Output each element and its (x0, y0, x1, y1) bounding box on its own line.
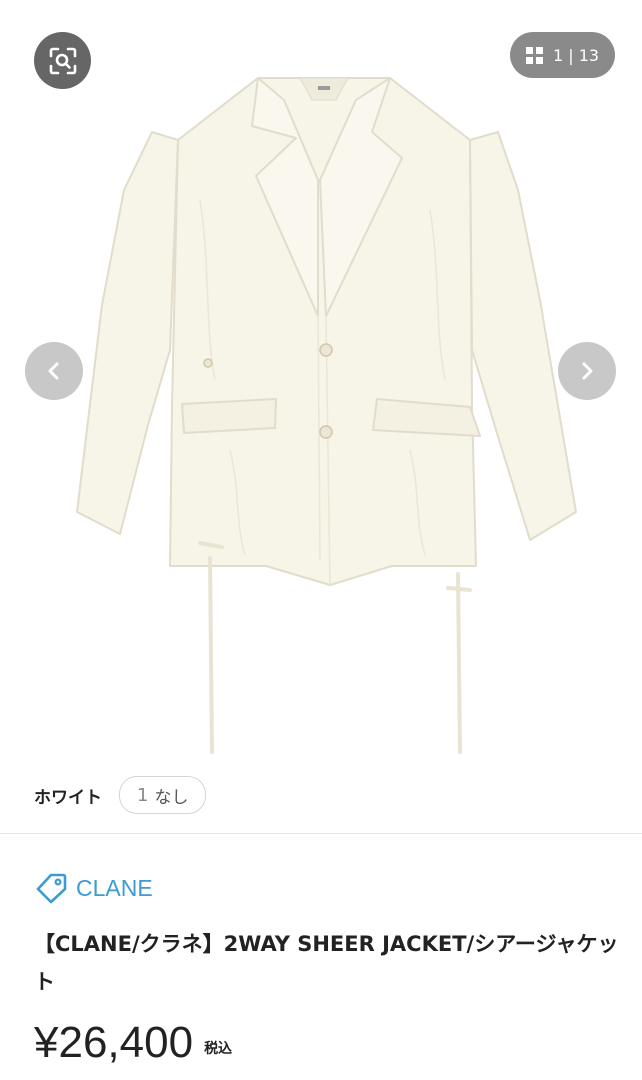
image-search-button[interactable] (34, 32, 91, 89)
variant-row: ホワイト 1 なし (34, 776, 207, 814)
variant-option-number: 1 (137, 784, 149, 806)
price-row: ¥26,400 税込 (34, 1014, 232, 1068)
variant-option-text: なし (154, 787, 189, 808)
image-counter[interactable]: 1 | 13 (510, 32, 615, 78)
brand-link[interactable]: CLANE (34, 870, 153, 906)
variant-color-label: ホワイト (34, 787, 102, 808)
product-image-gallery[interactable]: 1 | 13 (0, 0, 642, 765)
chevron-right-icon (582, 362, 593, 380)
product-image[interactable] (0, 0, 642, 765)
product-price: ¥26,400 (34, 1018, 194, 1067)
image-search-icon (49, 47, 76, 74)
brand-name: CLANE (76, 874, 153, 901)
variant-option-chip[interactable]: 1 なし (119, 776, 207, 814)
counter-total: 13 (578, 45, 600, 65)
next-image-button[interactable] (558, 342, 616, 400)
counter-current: 1 (552, 45, 564, 65)
previous-image-button[interactable] (25, 342, 83, 400)
chevron-left-icon (48, 362, 59, 380)
tax-label: 税込 (204, 1041, 233, 1057)
product-title: 【CLANE/クラネ】2WAY SHEER JACKET/シアージャケット (34, 932, 619, 994)
image-counter-text: 1 | 13 (553, 46, 599, 65)
tag-icon (36, 873, 67, 904)
grid-icon (525, 46, 543, 64)
divider (0, 833, 642, 834)
counter-separator: | (568, 45, 574, 65)
